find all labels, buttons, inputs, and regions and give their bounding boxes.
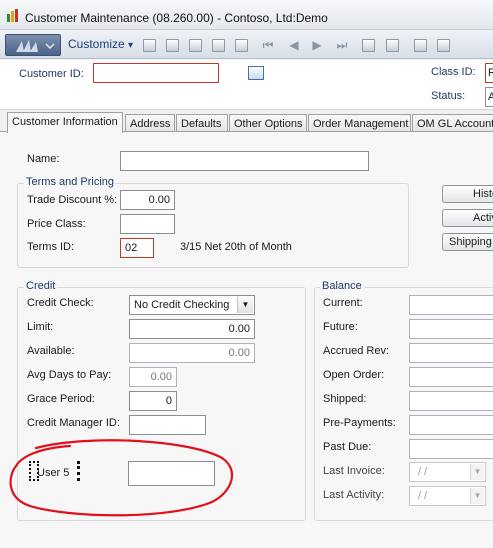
available-field: 0.00 (129, 343, 255, 363)
history-button[interactable]: History (442, 185, 493, 203)
chevron-down-icon[interactable]: ▼ (237, 297, 253, 313)
print-icon[interactable] (235, 39, 248, 52)
past-due-field (409, 439, 493, 459)
customer-id-field[interactable] (93, 63, 219, 83)
activity-button[interactable]: Activity (442, 209, 493, 227)
delete-icon[interactable] (212, 39, 225, 52)
tab-om-gl-accounts[interactable]: OM GL Accounts (412, 114, 493, 132)
last-activity-label: Last Activity: (323, 489, 385, 501)
accrued-rev-label: Accrued Rev: (323, 345, 390, 357)
open-order-field (409, 367, 493, 387)
avg-days-label: Avg Days to Pay: (27, 369, 112, 381)
future-field (409, 319, 493, 339)
highlight-ring (9, 439, 233, 517)
price-class-field[interactable] (120, 214, 175, 234)
tab-order-management[interactable]: Order Management (308, 114, 411, 132)
current-field (409, 295, 493, 315)
cancel-icon[interactable] (189, 39, 202, 52)
balance-group-title: Balance (320, 280, 364, 292)
header-panel: Customer ID: Class ID: R Status: A (0, 60, 493, 110)
grace-period-field[interactable]: 0 (129, 391, 177, 411)
credit-check-value: No Credit Checking (134, 299, 230, 311)
name-label: Name: (27, 153, 60, 165)
tab-customer-information[interactable]: Customer Information (7, 112, 123, 133)
last-activity-date-field: / / ▼ (409, 486, 486, 506)
customize-label: Customize (68, 37, 125, 51)
tab-address[interactable]: Address (125, 114, 175, 132)
save-icon[interactable] (166, 39, 179, 52)
class-id-field[interactable]: R (485, 63, 493, 83)
accrued-rev-field (409, 343, 493, 363)
previous-record-icon[interactable]: ◀ (288, 38, 300, 52)
current-label: Current: (323, 297, 363, 309)
application-menu-button[interactable] (5, 34, 61, 56)
window-title: Customer Maintenance (08.260.00) - Conto… (25, 11, 328, 25)
calendar-dropdown-icon: ▼ (470, 464, 484, 480)
avg-days-field: 0.00 (129, 367, 177, 387)
shipped-label: Shipped: (323, 393, 367, 405)
trade-discount-field[interactable]: 0.00 (120, 190, 175, 210)
last-activity-value: / / (418, 490, 428, 502)
calendar-dropdown-icon: ▼ (470, 488, 484, 504)
notes-icon[interactable] (362, 39, 375, 52)
available-label: Available: (27, 345, 75, 357)
export-icon[interactable] (437, 39, 450, 52)
terms-id-field[interactable]: 02 (120, 238, 154, 258)
tab-other-options[interactable]: Other Options (229, 114, 307, 132)
customer-id-label: Customer ID: (19, 68, 84, 80)
price-class-label: Price Class: (27, 218, 86, 230)
customer-lookup-icon[interactable] (248, 66, 264, 80)
toolbar: Customize ▾ ⏮ ◀ ▶ ⏭ (0, 31, 493, 59)
tab-defaults[interactable]: Defaults (176, 114, 228, 132)
status-dropdown[interactable]: A (485, 87, 493, 107)
credit-manager-field[interactable] (129, 415, 206, 435)
customize-menu[interactable]: Customize ▾ (68, 37, 133, 51)
last-record-icon[interactable]: ⏭ (336, 38, 348, 52)
title-bar: Customer Maintenance (08.260.00) - Conto… (0, 0, 493, 30)
pre-payments-field (409, 415, 493, 435)
last-invoice-date-field: / / ▼ (409, 462, 486, 482)
next-record-icon[interactable]: ▶ (311, 38, 323, 52)
name-field[interactable] (120, 151, 369, 171)
copy-icon[interactable] (414, 39, 427, 52)
grace-period-label: Grace Period: (27, 393, 95, 405)
future-label: Future: (323, 321, 358, 333)
attachments-icon[interactable] (386, 39, 399, 52)
limit-label: Limit: (27, 321, 54, 333)
terms-id-label: Terms ID: (27, 241, 75, 253)
shipping-addresses-button[interactable]: Shipping Addresses (442, 233, 493, 251)
past-due-label: Past Due: (323, 441, 372, 453)
chevron-down-icon: ▾ (128, 40, 134, 51)
class-id-label: Class ID: (431, 66, 476, 78)
shipped-field (409, 391, 493, 411)
last-invoice-value: / / (418, 466, 428, 478)
first-record-icon[interactable]: ⏮ (262, 38, 274, 52)
pre-payments-label: Pre-Payments: (323, 417, 396, 429)
limit-field[interactable]: 0.00 (129, 319, 255, 339)
terms-description: 3/15 Net 20th of Month (180, 241, 292, 253)
tab-strip: Customer Information Address Defaults Ot… (0, 112, 493, 133)
credit-check-label: Credit Check: (27, 297, 94, 309)
status-label: Status: (431, 90, 466, 102)
last-invoice-label: Last Invoice: (323, 465, 385, 477)
credit-group-title: Credit (24, 280, 58, 292)
app-menu-logo-icon (16, 40, 55, 52)
app-logo-icon (7, 9, 18, 22)
open-order-label: Open Order: (323, 369, 385, 381)
credit-check-dropdown[interactable]: No Credit Checking ▼ (129, 295, 255, 315)
new-document-icon[interactable] (143, 39, 156, 52)
credit-manager-label: Credit Manager ID: (27, 417, 120, 429)
trade-discount-label: Trade Discount %: (27, 194, 118, 206)
terms-group-title: Terms and Pricing (24, 176, 117, 188)
